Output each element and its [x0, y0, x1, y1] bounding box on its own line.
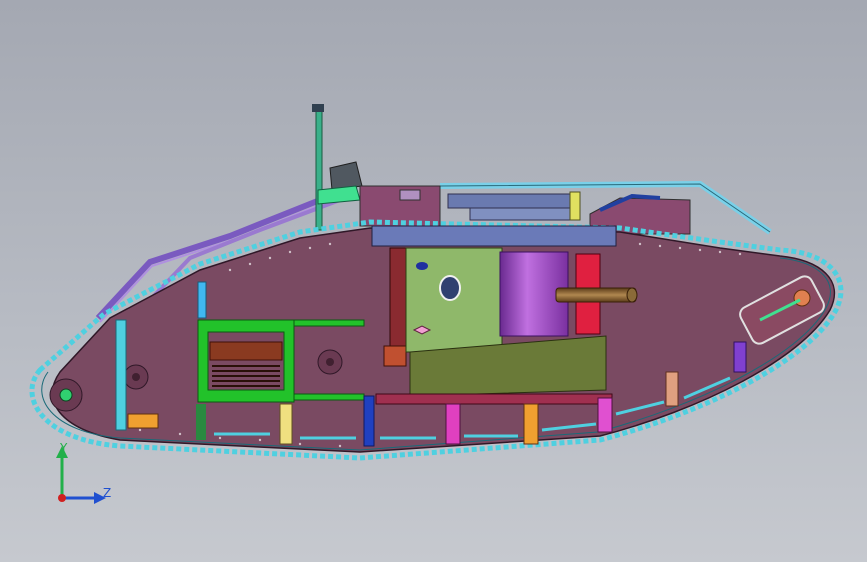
hatch-wheel	[317, 349, 343, 375]
periscope-mast	[312, 104, 363, 231]
z-axis-label: Z	[103, 486, 111, 500]
return-roller	[123, 364, 149, 390]
rear-idler-wheel	[49, 378, 83, 412]
coordinate-triad: Y Z	[56, 441, 111, 504]
y-axis-label: Y	[59, 441, 68, 455]
cad-viewport[interactable]: Y Z	[0, 0, 867, 562]
tank-model-drawing[interactable]: Y Z	[0, 0, 867, 562]
x-axis-dot	[58, 494, 66, 502]
